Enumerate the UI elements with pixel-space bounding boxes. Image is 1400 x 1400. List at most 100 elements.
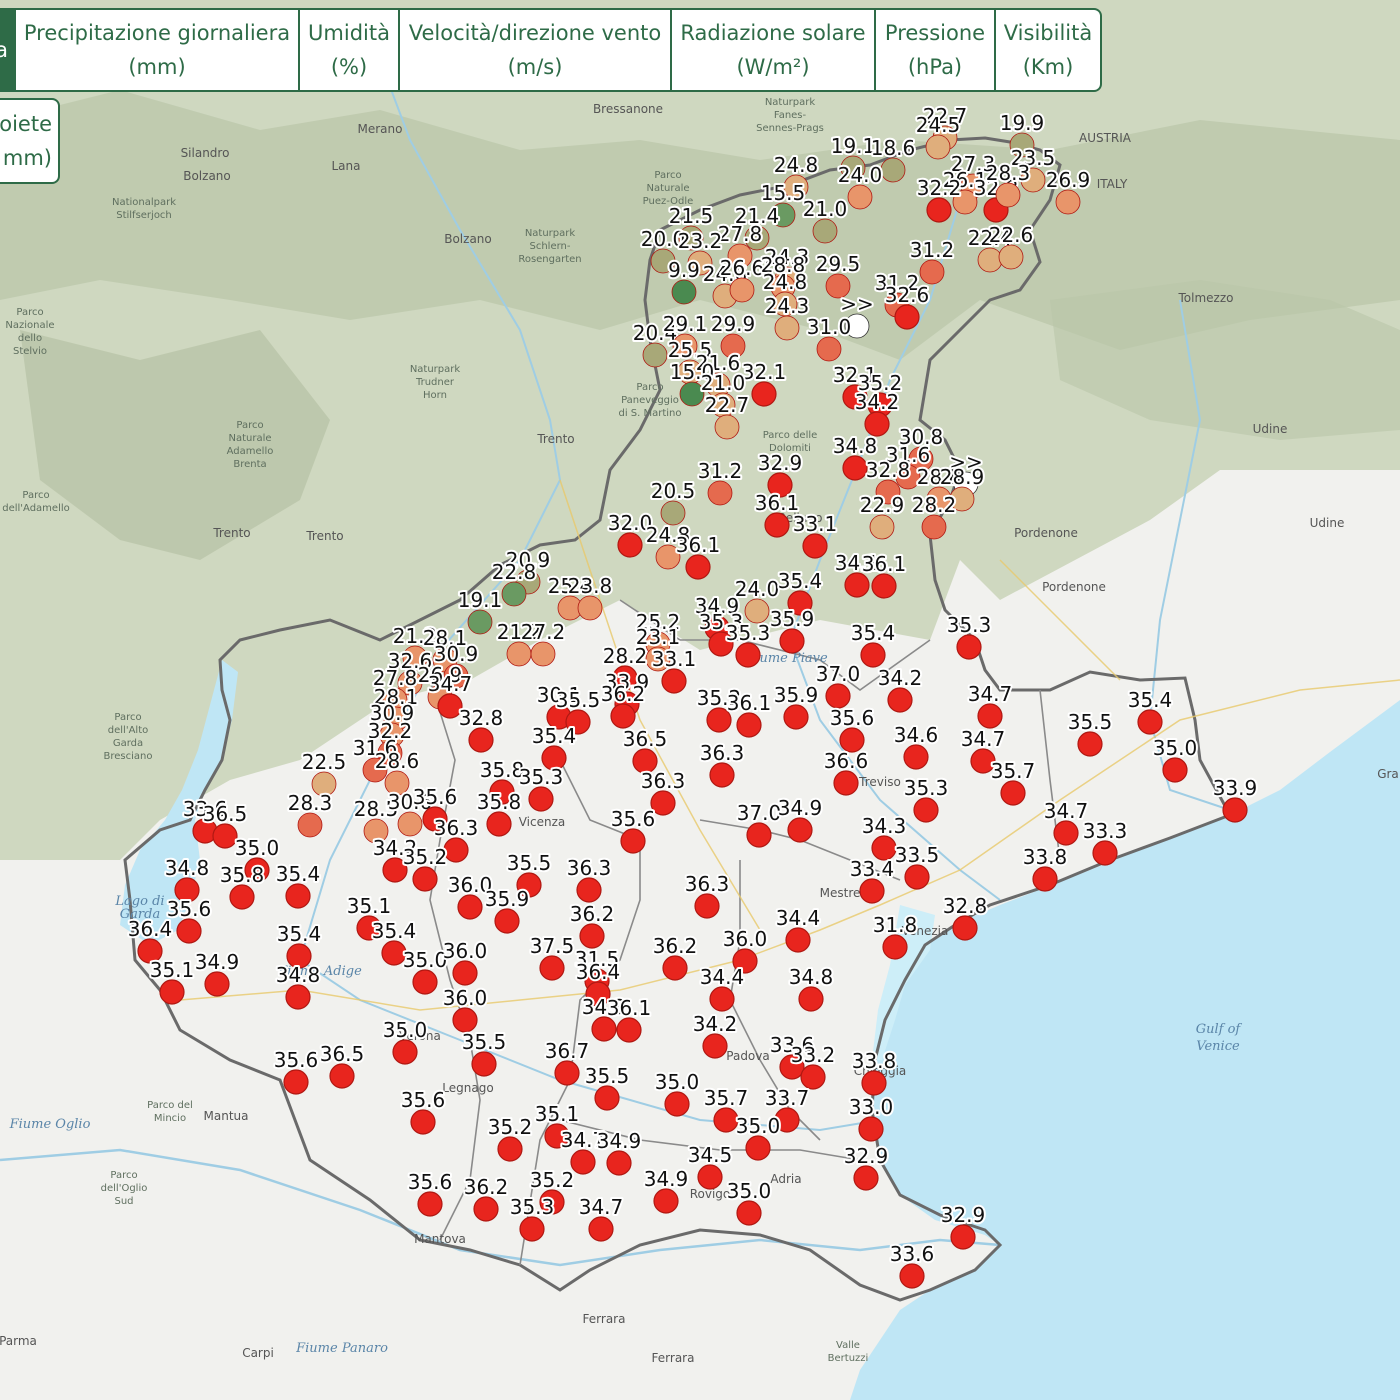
station-dot[interactable] — [783, 704, 809, 730]
station-dot[interactable] — [664, 1091, 690, 1117]
station-dot[interactable] — [642, 342, 668, 368]
station-dot[interactable] — [736, 1200, 762, 1226]
station-dot[interactable] — [588, 1216, 614, 1242]
station-dot[interactable] — [844, 572, 870, 598]
station-dot[interactable] — [570, 1149, 596, 1175]
station-dot[interactable] — [880, 157, 906, 183]
station-dot[interactable] — [297, 812, 323, 838]
station-dot[interactable] — [1162, 757, 1188, 783]
station-dot[interactable] — [833, 770, 859, 796]
station-dot[interactable] — [871, 573, 897, 599]
station-dot[interactable] — [661, 668, 687, 694]
station-marker[interactable]: 9.9 — [666, 256, 702, 305]
station-dot[interactable] — [685, 554, 711, 580]
station-dot[interactable] — [577, 595, 603, 621]
station-dot[interactable] — [744, 598, 770, 624]
station-dot[interactable] — [212, 823, 238, 849]
station-dot[interactable] — [1000, 780, 1026, 806]
tab-wind[interactable]: Velocità/direzione vento (m/s) — [400, 8, 672, 92]
station-dot[interactable] — [554, 1060, 580, 1086]
station-dot[interactable] — [842, 455, 868, 481]
station-dot[interactable] — [869, 514, 895, 540]
station-dot[interactable] — [798, 986, 824, 1012]
station-dot[interactable] — [473, 1196, 499, 1222]
station-dot[interactable] — [660, 500, 686, 526]
station-dot[interactable] — [159, 979, 185, 1005]
station-dot[interactable] — [812, 218, 838, 244]
station-dot[interactable] — [859, 878, 885, 904]
station-dot[interactable] — [616, 1017, 642, 1043]
station-dot[interactable] — [736, 712, 762, 738]
station-dot[interactable] — [977, 703, 1003, 729]
station-dot[interactable] — [861, 1070, 887, 1096]
station-dot[interactable] — [785, 927, 811, 953]
station-dot[interactable] — [530, 641, 556, 667]
tab-precipitation[interactable]: Precipitazione giornaliera (mm) — [16, 8, 300, 92]
station-dot[interactable] — [486, 811, 512, 837]
station-dot[interactable] — [467, 609, 493, 635]
station-dot[interactable] — [539, 955, 565, 981]
station-dot[interactable] — [751, 381, 777, 407]
station-dot[interactable] — [1222, 797, 1248, 823]
station-dot[interactable] — [285, 984, 311, 1010]
station-dot[interactable] — [606, 1150, 632, 1176]
station-dot[interactable] — [1055, 189, 1081, 215]
station-dot[interactable] — [452, 1007, 478, 1033]
station-dot[interactable] — [745, 1135, 771, 1161]
station-dot[interactable] — [494, 908, 520, 934]
station-dot[interactable] — [468, 727, 494, 753]
station-dot[interactable] — [697, 1164, 723, 1190]
station-dot[interactable] — [591, 1016, 617, 1042]
station-dot[interactable] — [519, 1216, 545, 1242]
station-dot[interactable] — [471, 1051, 497, 1077]
station-dot[interactable] — [229, 884, 255, 910]
station-dot[interactable] — [853, 1165, 879, 1191]
station-dot[interactable] — [694, 893, 720, 919]
station-dot[interactable] — [764, 512, 790, 538]
station-dot[interactable] — [995, 182, 1021, 208]
station-dot[interactable] — [860, 642, 886, 668]
station-dot[interactable] — [412, 866, 438, 892]
station-dot[interactable] — [707, 480, 733, 506]
station-dot[interactable] — [443, 837, 469, 863]
station-dot[interactable] — [1077, 731, 1103, 757]
station-dot[interactable] — [204, 971, 230, 997]
station-dot[interactable] — [787, 817, 813, 843]
station-dot[interactable] — [926, 197, 952, 223]
station-dot[interactable] — [417, 1191, 443, 1217]
station-dot[interactable] — [506, 641, 532, 667]
station-dot[interactable] — [579, 923, 605, 949]
station-dot[interactable] — [950, 1224, 976, 1250]
station-dot[interactable] — [594, 1085, 620, 1111]
station-dot[interactable] — [919, 259, 945, 285]
station-dot[interactable] — [610, 703, 636, 729]
station-dot[interactable] — [713, 1107, 739, 1133]
tab-humidity[interactable]: Umidità (%) — [300, 8, 400, 92]
station-dot[interactable] — [729, 277, 755, 303]
tab-solar[interactable]: Radiazione solare (W/m²) — [672, 8, 876, 92]
station-dot[interactable] — [662, 955, 688, 981]
station-dot[interactable] — [887, 687, 913, 713]
station-dot[interactable] — [1092, 840, 1118, 866]
station-dot[interactable] — [501, 581, 527, 607]
station-dot[interactable] — [285, 883, 311, 909]
station-dot[interactable] — [329, 1063, 355, 1089]
station-dot[interactable] — [617, 532, 643, 558]
station-dot[interactable] — [397, 811, 423, 837]
station-dot[interactable] — [977, 247, 1003, 273]
station-dot[interactable] — [283, 1069, 309, 1095]
station-dot[interactable] — [576, 877, 602, 903]
station-dot[interactable] — [913, 797, 939, 823]
station-dot[interactable] — [412, 969, 438, 995]
station-dot[interactable] — [903, 744, 929, 770]
station-dot[interactable] — [671, 279, 697, 305]
station-dot[interactable] — [497, 1136, 523, 1162]
station-dot[interactable] — [735, 642, 761, 668]
station-dot[interactable] — [921, 514, 947, 540]
station-dot[interactable] — [779, 628, 805, 654]
station-dot[interactable] — [176, 918, 202, 944]
station-dot[interactable] — [1053, 820, 1079, 846]
station-dot[interactable] — [882, 934, 908, 960]
station-dot[interactable] — [620, 828, 646, 854]
tab-visibility[interactable]: Visibilità (Km) — [996, 8, 1102, 92]
